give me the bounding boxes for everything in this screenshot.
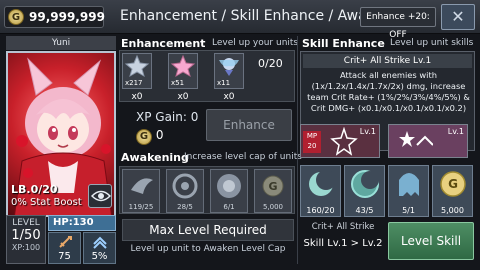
svg-text:G: G (268, 180, 277, 193)
max-level-required: Max Level Required (122, 219, 294, 241)
attack-value: 75 (58, 251, 71, 262)
divider (297, 36, 298, 264)
gold-coin-icon: G (440, 171, 466, 197)
material-total: 0/20 (258, 57, 283, 70)
slot-count: 6/1 (223, 203, 235, 211)
skill-level: Lv.1 (447, 127, 464, 136)
svg-text:G: G (448, 177, 458, 191)
crit-star-icon (330, 127, 358, 156)
ghost-icon (399, 173, 419, 196)
wing-icon (131, 178, 153, 194)
enhancement-title: Enhancement (121, 37, 206, 50)
enhance-button[interactable]: Enhance (206, 109, 292, 141)
level-value: 1/50 (11, 228, 41, 243)
skill-material-1[interactable]: 160/20 (300, 165, 341, 217)
slot-count: 28/5 (177, 203, 193, 211)
gold-cost: G 0 (136, 128, 163, 145)
enhance-plus20-toggle[interactable]: Enhance +20: OFF (360, 7, 436, 40)
disc-icon (172, 173, 198, 199)
awakening-slot-3[interactable]: 6/1 (210, 169, 248, 213)
material-count: x11 (217, 79, 231, 87)
close-button[interactable]: ✕ (441, 4, 475, 30)
material-selected: x0 (131, 92, 143, 102)
skill-material-4[interactable]: G 5,000 (432, 165, 473, 217)
gold-cost-value: 0 (155, 128, 164, 142)
level-box: LEVEL 1/50 XP:100 (6, 215, 46, 264)
skill-icon-current[interactable]: MP 20 Lv.1 (300, 124, 380, 158)
crit-chevron-icon (93, 236, 107, 249)
gold-amount: 99,999,999 (29, 10, 105, 24)
awakening-title: Awakening (121, 151, 189, 164)
xp-gain: XP Gain: 0 (136, 110, 199, 124)
material-count: x217 (125, 79, 143, 87)
material-slot-1[interactable]: x217 (122, 53, 152, 89)
skill-title: Skill Enhance (302, 37, 385, 50)
next-skill-name: Crit+ All Strike (311, 222, 375, 232)
level-skill-button[interactable]: Level Skill (388, 222, 474, 260)
awaken-hint: Level up unit to Awaken Level Cap (130, 244, 286, 254)
gold-coin-icon: G (8, 9, 24, 25)
slot-count: 43/5 (355, 206, 374, 215)
skill-level-change: Skill Lv.1 > Lv.2 (303, 238, 383, 249)
skill-icons: MP 20 Lv.1 Lv.1 (300, 124, 475, 160)
pink-star-icon (170, 54, 196, 78)
slot-count: 119/25 (128, 203, 154, 211)
skill-material-3[interactable]: 5/1 (388, 165, 429, 217)
mp-cost: MP 20 (303, 131, 321, 153)
star-chevron-icon (399, 131, 433, 147)
slot-count: 160/20 (306, 206, 335, 215)
skill-icon-next[interactable]: Lv.1 (388, 124, 468, 158)
skill-subtitle: Level up unit skills (390, 38, 474, 48)
sword-icon (59, 236, 72, 248)
material-slot-2[interactable]: x51 (168, 53, 198, 89)
gold-coin-icon: G (262, 175, 284, 197)
attack-stat: 75 (48, 232, 81, 264)
unit-name: Yuni (6, 36, 116, 50)
material-selected: x0 (223, 92, 235, 102)
view-unit-button[interactable] (88, 184, 112, 208)
hp-stat: HP:130 (48, 215, 116, 231)
crit-stat: 5% (83, 232, 116, 264)
silver-star-icon (124, 54, 150, 78)
crit-value: 5% (91, 251, 108, 262)
awakening-slot-4[interactable]: G 5,000 (254, 169, 292, 213)
stat-boost-label: 0% Stat Boost (11, 197, 82, 208)
moon-icon (309, 170, 336, 196)
close-icon: ✕ (451, 7, 465, 26)
skill-level: Lv.1 (359, 127, 376, 136)
fairy-icon (219, 58, 239, 76)
skill-description: Attack all enemies with (1x/1.2x/1.4x/1.… (307, 70, 470, 113)
level-label: LEVEL (12, 218, 40, 228)
material-selected: x0 (177, 92, 189, 102)
orb-icon (217, 174, 241, 198)
slot-count: 5/1 (402, 206, 415, 215)
limit-break-label: LB.0/20 (11, 183, 58, 196)
xp-value: XP:100 (11, 243, 41, 252)
gold-counter: G 99,999,999 (4, 6, 105, 28)
skill-material-2[interactable]: 43/5 (344, 165, 385, 217)
gold-coin-icon: G (136, 128, 152, 145)
enhancement-subtitle: Level up your units (212, 38, 299, 48)
moon-orb-icon (351, 170, 379, 198)
awakening-subtitle: Increase level cap of units (184, 152, 302, 162)
awakening-slot-1[interactable]: 119/25 (122, 169, 160, 213)
material-slot-3[interactable]: x11 (214, 53, 244, 89)
awakening-slot-2[interactable]: 28/5 (166, 169, 204, 213)
eye-icon (91, 190, 111, 202)
skill-name: Crit+ All Strike Lv.1 (303, 54, 472, 68)
slot-count: 5,000 (441, 206, 464, 215)
awakening-materials: 119/25 28/5 6/1 G 5,000 (119, 166, 295, 214)
slot-count: 5,000 (262, 203, 284, 211)
material-count: x51 (171, 79, 185, 87)
